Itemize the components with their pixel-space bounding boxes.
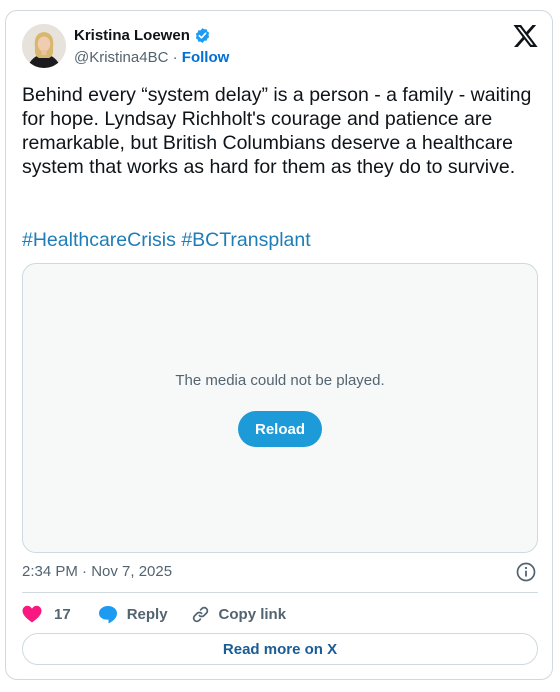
copy-link-label: Copy link [218, 605, 287, 623]
link-icon [192, 606, 208, 622]
verified-badge-icon [195, 28, 210, 43]
post-text: Behind every “system delay” is a person … [22, 84, 532, 178]
author-handle[interactable]: @Kristina4BC [74, 49, 168, 66]
divider [22, 592, 538, 593]
x-logo-icon[interactable] [512, 24, 538, 48]
post-hashtags: #HealthcareCrisis #BCTransplant [22, 228, 311, 252]
post-actions: 17 Reply Copy link [22, 602, 286, 626]
author-handle-row: @Kristina4BC · Follow [74, 49, 229, 66]
like-count: 17 [54, 605, 71, 623]
copy-link-button[interactable]: Copy link [191, 605, 287, 624]
author-name-row: Kristina Loewen [74, 27, 211, 44]
author-name[interactable]: Kristina Loewen [74, 27, 190, 44]
handle-separator: · [172, 49, 178, 66]
reply-button[interactable]: Reply [98, 605, 168, 624]
reply-icon [98, 605, 117, 623]
avatar-image [22, 24, 66, 68]
reply-label: Reply [126, 605, 168, 623]
follow-link[interactable]: Follow [182, 49, 230, 66]
media-error-message: The media could not be played. [175, 372, 385, 389]
info-icon[interactable] [516, 562, 536, 582]
hashtag-link[interactable]: #HealthcareCrisis [22, 229, 176, 251]
like-button[interactable]: 17 [22, 605, 71, 623]
heart-icon [22, 605, 42, 623]
post-timestamp[interactable]: 2:34 PM · Nov 7, 2025 [22, 563, 172, 580]
media-container: The media could not be played. Reload [22, 263, 538, 553]
hashtag-link[interactable]: #BCTransplant [181, 229, 310, 251]
read-more-button[interactable]: Read more on X [22, 633, 538, 665]
reload-button[interactable]: Reload [238, 411, 322, 447]
author-avatar[interactable] [22, 24, 66, 68]
